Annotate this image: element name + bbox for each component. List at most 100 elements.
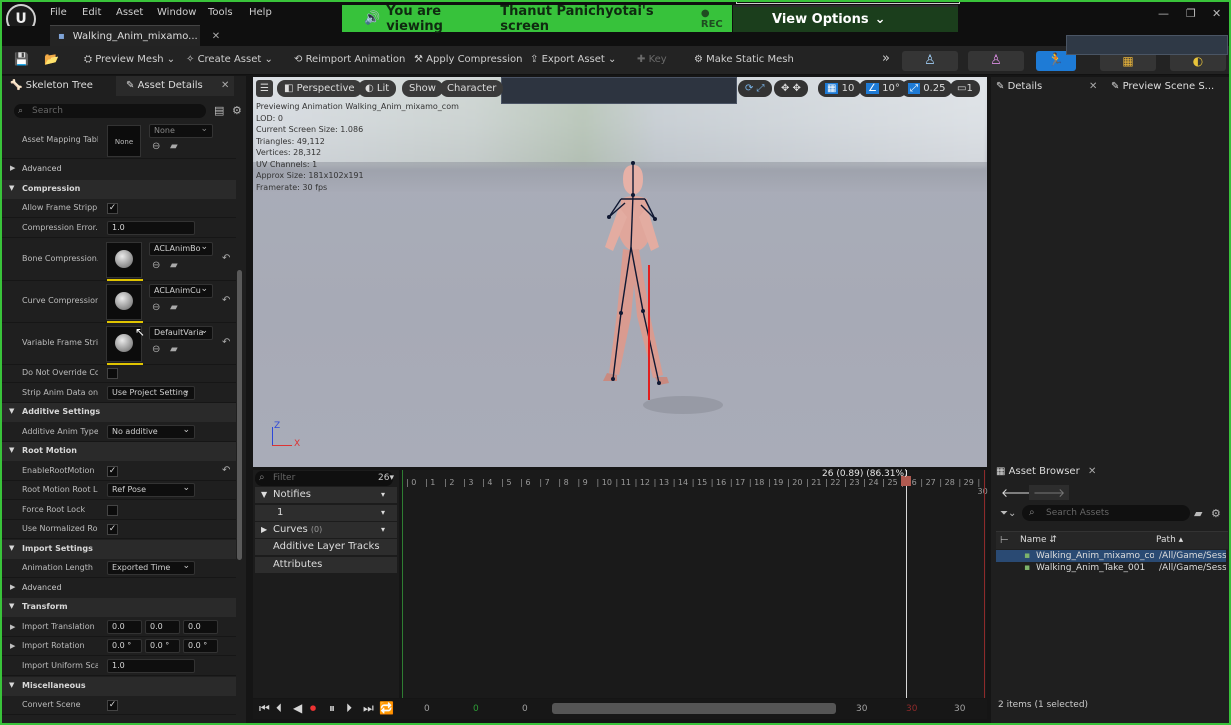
angle-snap-button[interactable]: ∠ 10° <box>859 80 907 97</box>
name-column-header[interactable]: Name ⇵ <box>1020 535 1057 545</box>
menu-asset[interactable]: Asset <box>116 7 143 18</box>
skip-to-start-icon[interactable]: ⏮ <box>259 701 270 716</box>
close-tab-icon[interactable]: ✕ <box>1089 81 1097 92</box>
expand-arrow-icon[interactable]: ▶ <box>10 623 15 631</box>
reset-to-default-icon[interactable]: ↶ <box>222 465 230 476</box>
playhead-line[interactable] <box>906 470 907 698</box>
import-rotation-x[interactable]: 0.0 ° <box>107 639 142 653</box>
track-filter-input[interactable]: Filter <box>255 471 393 486</box>
track-options-icon[interactable]: ▾ <box>381 487 385 503</box>
import-translation-y[interactable]: 0.0 <box>145 620 180 634</box>
force-root-lock-checkbox[interactable] <box>107 505 118 516</box>
curve-compression-thumbnail[interactable] <box>106 284 143 323</box>
bone-compression-thumbnail[interactable] <box>106 242 143 281</box>
details-search-input[interactable]: Search <box>14 104 206 118</box>
playback-range-bar[interactable] <box>552 703 836 714</box>
close-window-icon[interactable]: ✕ <box>1212 7 1221 20</box>
menu-edit[interactable]: Edit <box>82 7 101 18</box>
step-back-icon[interactable]: ⏴ <box>276 701 282 716</box>
use-selected-icon[interactable]: ⊖ <box>152 141 160 152</box>
frame-count[interactable]: 26▾ <box>378 473 394 483</box>
range-start[interactable]: 0 <box>424 704 430 714</box>
bone-compression-combo[interactable]: ACLAnimBo <box>149 242 213 256</box>
asset-row[interactable]: ▪ Walking_Anim_Take_001 /All/Game/Sess <box>996 562 1226 574</box>
browse-icon[interactable]: 📂 <box>44 52 59 66</box>
reimport-animation-button[interactable]: ⟲ Reimport Animation <box>294 54 405 65</box>
notifies-track[interactable]: ▼ Notifies ▾ <box>255 487 397 503</box>
path-column-header[interactable]: Path ▴ <box>1156 535 1183 545</box>
curves-track[interactable]: ▶ Curves (0) ▾ <box>255 522 397 538</box>
pause-icon[interactable]: ⏸ <box>329 701 335 716</box>
asset-mapping-thumbnail[interactable]: None <box>107 125 141 157</box>
timeline-ruler[interactable]: | 0 | 1 | 2 | 3 | 4 | 5 | 6 | 7 | 8 | 9 | 10 | 11 | … <box>402 478 988 496</box>
show-button[interactable]: Show <box>402 80 443 97</box>
table-view-icon[interactable]: ▤ <box>214 104 224 117</box>
key-button[interactable]: ✚ Key <box>637 54 667 65</box>
miscellaneous-section[interactable]: ▼ Miscellaneous <box>0 677 236 696</box>
use-selected-icon[interactable]: ⊖ <box>152 260 160 271</box>
range-end-2[interactable]: 30 <box>954 704 965 714</box>
viewport-menu-icon[interactable]: ☰ <box>256 80 273 97</box>
record-icon[interactable]: ⏺ <box>310 701 316 716</box>
import-translation-z[interactable]: 0.0 <box>183 620 218 634</box>
use-selected-icon[interactable]: ⊖ <box>152 344 160 355</box>
advanced-section-2[interactable]: ▶ Advanced <box>0 579 236 598</box>
asset-row-selected[interactable]: ▪ Walking_Anim_mixamo_con /All/Game/Sess <box>996 550 1226 562</box>
additive-layer-tracks[interactable]: Additive Layer Tracks <box>255 539 397 555</box>
close-tab-icon[interactable]: ✕ <box>212 31 220 42</box>
root-motion-section[interactable]: ▼ Root Motion <box>0 442 236 461</box>
menu-file[interactable]: File <box>50 7 67 18</box>
view-options-button[interactable]: View Options ⌄ <box>733 5 958 32</box>
use-normalized-root-checkbox[interactable]: ✓ <box>107 524 118 535</box>
range-end[interactable]: 30 <box>856 704 867 714</box>
advanced-section-1[interactable]: ▶ Advanced <box>0 160 236 179</box>
column-options-icon[interactable]: ⊢ <box>1000 535 1009 546</box>
maximize-icon[interactable]: ❐ <box>1186 7 1196 20</box>
expand-arrow-icon[interactable]: ▶ <box>10 642 15 650</box>
animation-viewport[interactable]: ☰ ◧ Perspective ◐ Lit Show Character ⟳ ⤢… <box>253 77 987 467</box>
compression-error-input[interactable]: 1.0 <box>107 221 195 235</box>
variable-frame-strip-combo[interactable]: DefaultVaria <box>149 326 213 340</box>
apply-compression-button[interactable]: ⚒ Apply Compression <box>414 54 522 65</box>
tab-preview-scene[interactable]: ✎ Preview Scene S... <box>1111 81 1214 92</box>
convert-scene-checkbox[interactable]: ✓ <box>107 700 118 711</box>
browse-folder-icon[interactable]: ▰ <box>170 344 178 355</box>
mesh-mode-icon[interactable]: ♙ <box>968 51 1024 71</box>
reset-to-default-icon[interactable]: ↶ <box>222 295 230 306</box>
additive-anim-type-combo[interactable]: No additive <box>107 425 195 439</box>
reset-to-default-icon[interactable]: ↶ <box>222 253 230 264</box>
scale-snap-button[interactable]: ⤢ 0.25 <box>901 80 953 97</box>
compression-section[interactable]: ▼ Compression <box>0 180 236 199</box>
save-icon[interactable]: 💾 <box>14 52 29 66</box>
step-forward-icon[interactable]: ⏵ <box>346 701 352 716</box>
browse-folder-icon[interactable]: ▰ <box>170 260 178 271</box>
lit-button[interactable]: ◐ Lit <box>358 80 397 97</box>
skeleton-mode-icon[interactable]: ♙ <box>902 51 958 71</box>
export-asset-button[interactable]: ⇪ Export Asset ⌄ <box>530 54 616 65</box>
menu-help[interactable]: Help <box>249 7 272 18</box>
enable-root-motion-checkbox[interactable]: ✓ <box>107 466 118 477</box>
create-asset-button[interactable]: ✧ Create Asset ⌄ <box>186 54 273 65</box>
grid-snap-button[interactable]: ▦ 10 <box>818 80 862 97</box>
settings-gear-icon[interactable]: ⚙ <box>232 104 242 117</box>
import-rotation-y[interactable]: 0.0 ° <box>145 639 180 653</box>
perspective-button[interactable]: ◧ Perspective <box>277 80 362 97</box>
tab-details[interactable]: ✎ Details <box>996 81 1042 92</box>
import-uniform-scale-input[interactable]: 1.0 <box>107 659 195 673</box>
browse-folder-icon[interactable]: ▰ <box>170 302 178 313</box>
skip-to-end-icon[interactable]: ⏭ <box>363 701 374 716</box>
forward-arrow-icon[interactable]: 🡒 <box>1029 485 1070 500</box>
overflow-chevron-icon[interactable]: » <box>882 51 890 66</box>
track-options-icon[interactable]: ▾ <box>381 522 385 538</box>
asset-mapping-combo[interactable]: None <box>149 124 213 138</box>
menu-window[interactable]: Window <box>157 7 196 18</box>
filter-icon[interactable]: ⏷⌄ <box>1000 508 1016 519</box>
settings-gear-icon[interactable]: ⚙ <box>1211 507 1221 520</box>
tab-skeleton-tree[interactable]: 🦴 Skeleton Tree <box>10 80 93 91</box>
attributes-track[interactable]: Attributes <box>255 557 397 573</box>
tab-asset-details[interactable]: ✎ Asset Details <box>126 80 203 91</box>
folder-icon[interactable]: ▰ <box>1194 507 1202 520</box>
camera-speed-button[interactable]: ▭1 <box>950 80 980 97</box>
make-static-mesh-button[interactable]: ⚙ Make Static Mesh <box>694 54 794 65</box>
play-reverse-icon[interactable]: ◀ <box>293 701 302 715</box>
